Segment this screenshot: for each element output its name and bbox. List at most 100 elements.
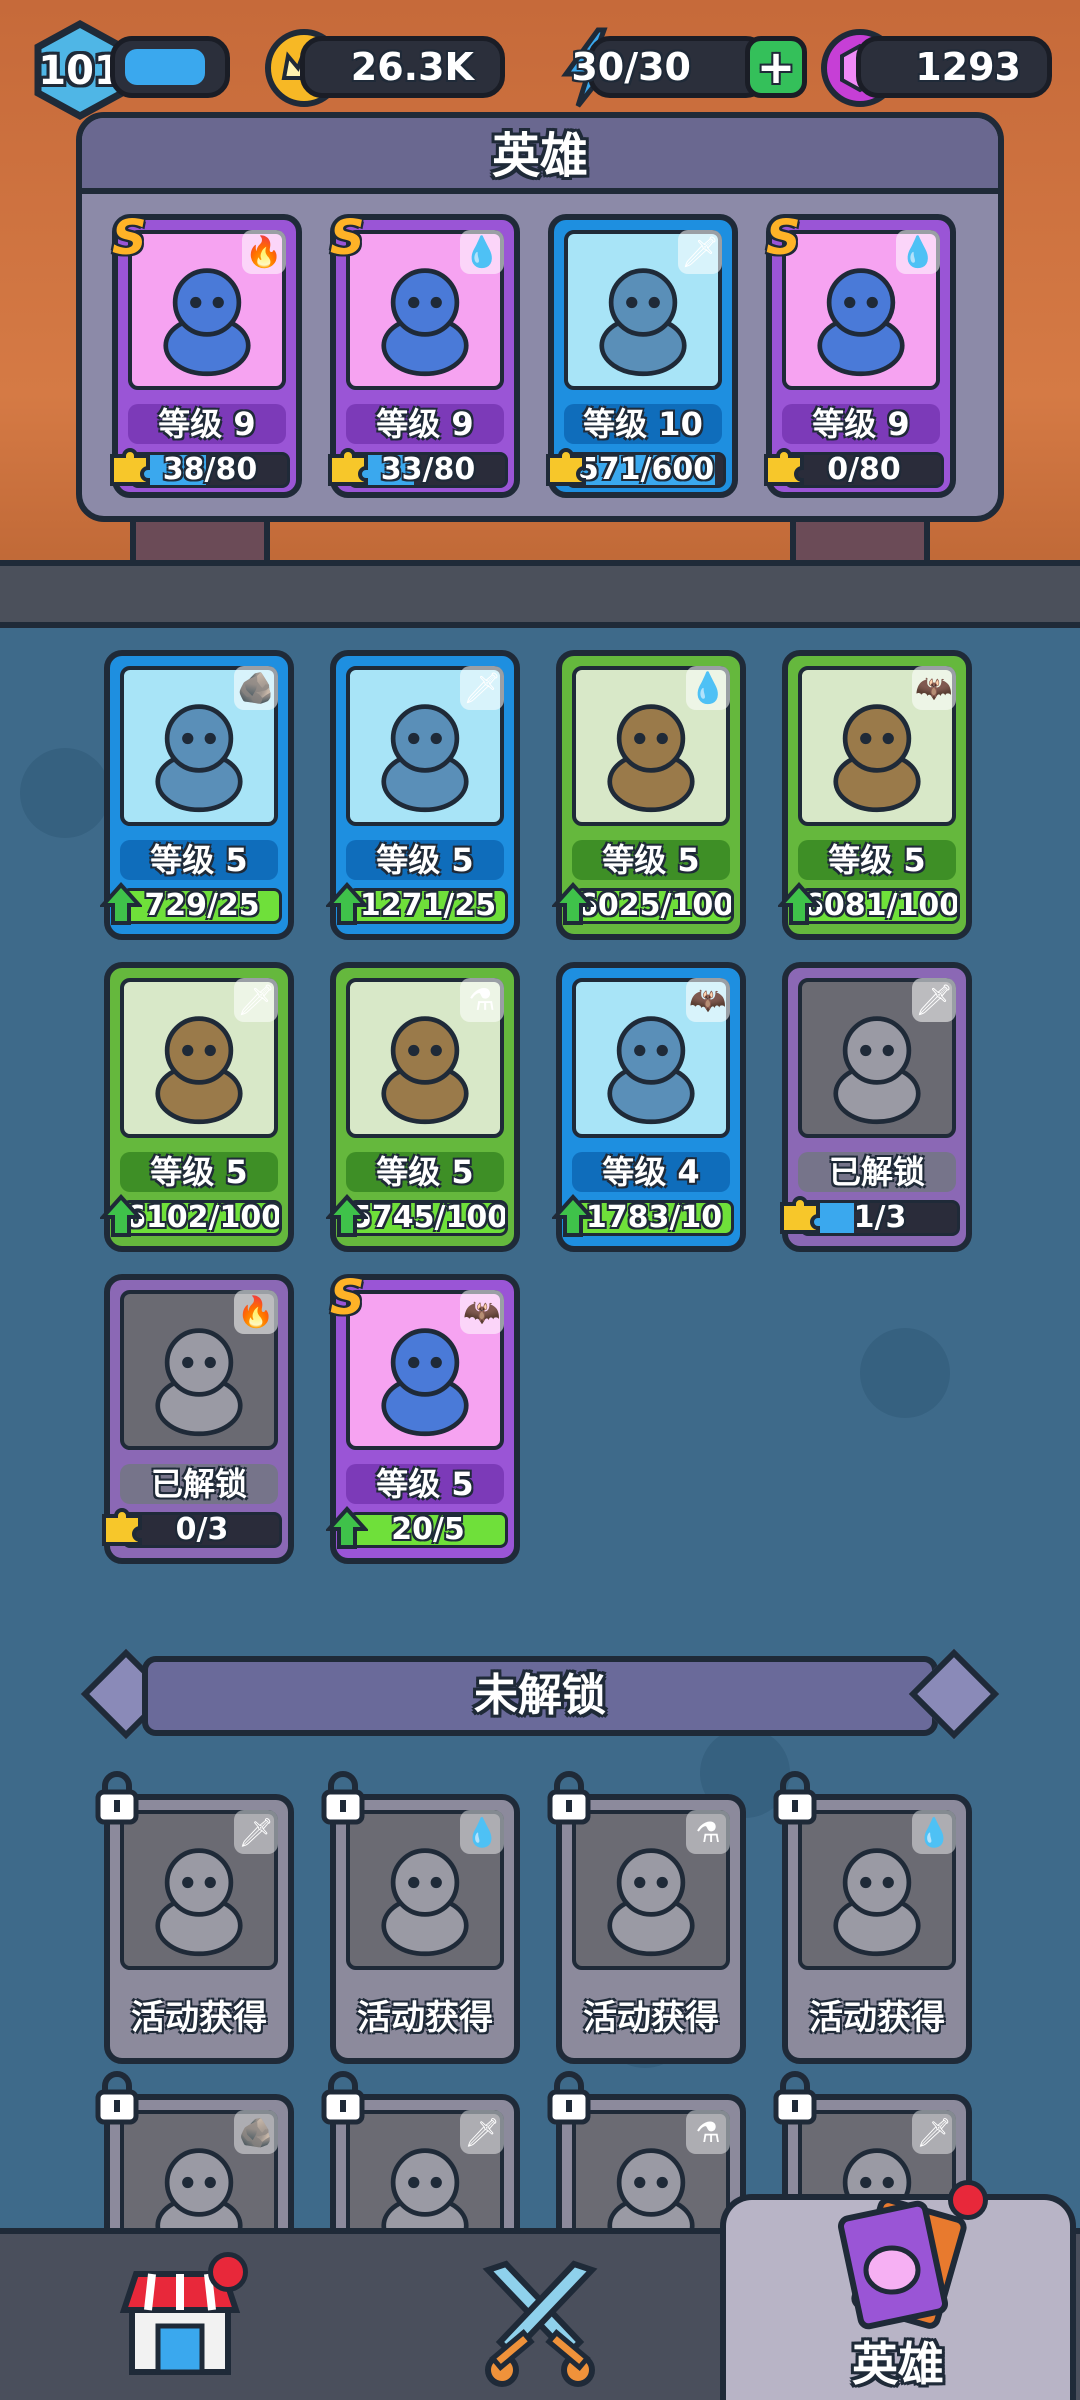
sword-icon: 🗡 — [234, 1810, 278, 1854]
hero-level-label: 已解锁 — [120, 1464, 278, 1504]
hero-card[interactable]: ⚗ 等级 5 5745/100 — [324, 962, 520, 1252]
bat-icon: 🦇 — [912, 666, 956, 710]
hero-card[interactable]: 🦇 S 等级 5 20/5 — [324, 1270, 520, 1564]
water-drop-icon: 💧 — [912, 1810, 956, 1854]
upgrade-arrow-icon — [776, 882, 822, 925]
rarity-badge: S — [112, 210, 147, 266]
upgrade-arrow-icon — [324, 882, 370, 925]
shard-progress-bar: 20/5 — [348, 1512, 508, 1548]
shard-progress-bar: 6102/100 — [122, 1200, 282, 1236]
locked-hero-card[interactable]: 💧 活动获得 — [773, 1771, 972, 2064]
shard-progress-text: 0/3 — [175, 1512, 229, 1547]
shard-progress-bar: 571/600 — [566, 452, 726, 488]
upgrade-arrow-icon — [324, 1194, 370, 1237]
hero-level-label: 等级 10 — [564, 404, 722, 444]
locked-hero-card[interactable]: ⚗ 活动获得 — [547, 1771, 746, 2064]
pattern-piece — [20, 748, 110, 838]
upgrade-arrow-icon — [98, 1194, 144, 1237]
nav-tab-battle[interactable] — [360, 2234, 720, 2400]
shard-progress-text: 6102/100 — [125, 1200, 282, 1235]
water-drop-icon: 💧 — [686, 666, 730, 710]
shard-progress-bar: 1/3 — [800, 1200, 960, 1236]
hero-level-label: 等级 5 — [572, 840, 730, 880]
gems-display[interactable]: 1293 — [856, 36, 1052, 98]
hero-card[interactable]: 🗡 等级 5 1271/25 — [324, 650, 520, 940]
hero-card[interactable]: 🔥 已解锁 0/3 — [102, 1274, 294, 1564]
unlock-method-label: 活动获得 — [357, 1998, 493, 2038]
puzzle-piece-icon — [764, 448, 804, 486]
upgrade-arrow-icon — [550, 882, 596, 925]
pattern-piece — [860, 1328, 950, 1418]
coins-display[interactable]: 26.3K — [300, 36, 505, 98]
potion-icon: ⚗ — [686, 1810, 730, 1854]
xp-bar — [110, 36, 230, 98]
hero-level-label: 等级 5 — [798, 840, 956, 880]
unlock-method-label: 活动获得 — [809, 1998, 945, 2038]
shard-progress-text: 1/3 — [853, 1200, 907, 1235]
hero-level-label: 等级 4 — [572, 1152, 730, 1192]
energy-display[interactable]: 30/30 — [571, 36, 768, 98]
sword-icon: 🗡 — [912, 2110, 956, 2154]
hero-level-label: 等级 9 — [346, 404, 504, 444]
bat-icon: 🦇 — [686, 978, 730, 1022]
hero-card[interactable]: 🔥 S 等级 9 38/80 — [110, 210, 302, 498]
shard-progress-text: 729/25 — [144, 888, 260, 923]
shop-notification-dot — [208, 2252, 248, 2292]
shard-progress-bar: 0/80 — [784, 452, 944, 488]
sword-icon: 🗡 — [912, 978, 956, 1022]
hero-card[interactable]: 🦇 等级 5 6081/100 — [776, 650, 972, 940]
hero-card[interactable]: 🗡 等级 10 571/600 — [546, 214, 738, 498]
shard-progress-bar: 5745/100 — [348, 1200, 508, 1236]
lock-icon — [321, 2071, 365, 2125]
energy-value: 30/30 — [571, 45, 691, 89]
shard-progress-text: 20/5 — [391, 1512, 465, 1547]
nav-tab-shop[interactable] — [0, 2234, 360, 2400]
locked-hero-card[interactable]: 💧 活动获得 — [321, 1771, 520, 2064]
coins-value: 26.3K — [350, 45, 474, 89]
nav-tab-heroes[interactable]: 英雄 — [720, 2180, 1076, 2400]
shard-progress-text: 1783/10 — [585, 1200, 723, 1235]
puzzle-piece-icon — [546, 448, 586, 486]
hero-deck-panel: 英雄 🔥 S 等级 9 38/80 💧 S 等级 9 33/80 🗡 等级 10… — [76, 112, 1004, 522]
add-energy-button[interactable]: + — [745, 36, 807, 98]
hero-card[interactable]: 🗡 等级 5 6102/100 — [98, 962, 294, 1252]
lock-icon — [773, 2071, 817, 2125]
fire-icon: 🔥 — [234, 1290, 278, 1334]
potion-icon: ⚗ — [460, 978, 504, 1022]
hero-card[interactable]: 🪨 等级 5 729/25 — [98, 650, 294, 940]
potion-icon: ⚗ — [686, 2110, 730, 2154]
resource-bar: 101 26.3K 30/30 + 1293 — [0, 20, 1080, 120]
puzzle-piece-icon — [110, 448, 150, 486]
lock-icon — [547, 2071, 591, 2125]
hero-card[interactable]: 💧 S 等级 9 0/80 — [764, 210, 956, 498]
locked-section-title: 未解锁 — [142, 1656, 938, 1736]
hero-level-label: 等级 5 — [346, 1464, 504, 1504]
xp-fill — [125, 49, 205, 85]
hero-card[interactable]: 💧 等级 5 6025/100 — [550, 650, 746, 940]
lock-icon — [95, 2071, 139, 2125]
lock-icon — [95, 1771, 139, 1825]
crossed-swords-icon — [482, 2260, 598, 2387]
shard-progress-text: 38/80 — [162, 452, 258, 487]
water-drop-icon: 💧 — [460, 230, 504, 274]
locked-hero-card[interactable]: 🗡 活动获得 — [95, 1771, 294, 2064]
lock-icon — [547, 1771, 591, 1825]
water-drop-icon: 💧 — [460, 1810, 504, 1854]
shard-progress-text: 6025/100 — [577, 888, 734, 923]
shard-progress-bar: 38/80 — [130, 452, 290, 488]
hero-card[interactable]: 💧 S 等级 9 33/80 — [328, 210, 520, 498]
puzzle-piece-icon — [328, 448, 368, 486]
hero-level-label: 已解锁 — [798, 1152, 956, 1192]
shard-progress-text: 6081/100 — [803, 888, 960, 923]
upgrade-arrow-icon — [98, 882, 144, 925]
rarity-badge: S — [330, 210, 365, 266]
shard-progress-text: 5745/100 — [351, 1200, 508, 1235]
gems-value: 1293 — [915, 45, 1021, 89]
hero-level-label: 等级 5 — [120, 1152, 278, 1192]
hero-card[interactable]: 🦇 等级 4 1783/10 — [550, 962, 746, 1252]
hero-card[interactable]: 🗡 已解锁 1/3 — [780, 962, 972, 1252]
shard-progress-bar: 33/80 — [348, 452, 508, 488]
shard-progress-bar: 6025/100 — [574, 888, 734, 924]
hero-level-label: 等级 5 — [346, 840, 504, 880]
upgrade-arrow-icon — [324, 1506, 370, 1549]
